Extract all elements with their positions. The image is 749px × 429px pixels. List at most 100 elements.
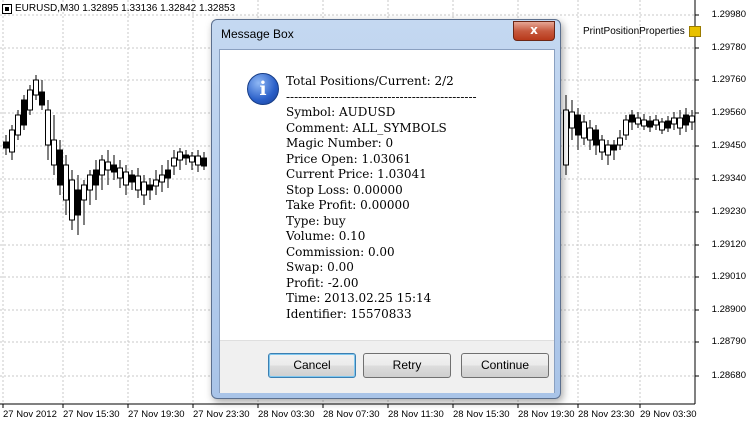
candle-body — [3, 141, 9, 149]
price-tick-label: 1.29120 — [711, 239, 746, 250]
info-icon: i — [247, 73, 279, 105]
chart-symbol-info: EURUSD,M30 1.32895 1.33136 1.32842 1.328… — [15, 3, 236, 14]
candle-body — [45, 109, 51, 146]
dialog-titlebar[interactable]: Message Box x — [212, 20, 560, 50]
time-tick-label: 28 Nov 19:30 — [518, 409, 575, 420]
candle-body — [611, 144, 617, 151]
candle-body — [159, 174, 165, 183]
candle-body — [563, 109, 569, 166]
price-tick-label: 1.29980 — [711, 9, 746, 20]
candle-body — [123, 171, 129, 186]
expert-advisor-label[interactable]: PrintPositionProperties — [583, 26, 701, 37]
time-tick-label: 28 Nov 23:30 — [578, 409, 635, 420]
message-line: Commission: 0.00 — [286, 244, 395, 259]
candle-body — [641, 119, 647, 127]
message-line: Magic Number: 0 — [286, 136, 394, 150]
message-line: Swap: 0.00 — [286, 260, 354, 274]
time-tick-label: 28 Nov 03:30 — [258, 409, 315, 420]
message-line: Total Positions/Current: 2/2 — [286, 74, 454, 88]
expert-advisor-name: PrintPositionProperties — [583, 26, 685, 37]
time-tick-label: 28 Nov 15:30 — [453, 409, 510, 420]
chart-header: EURUSD,M30 1.32895 1.33136 1.32842 1.328… — [2, 3, 235, 14]
candle-body — [177, 151, 183, 161]
candle-body — [99, 159, 105, 176]
candle-body — [689, 115, 695, 123]
candle-body — [189, 155, 195, 163]
expert-hat-icon — [688, 26, 701, 37]
candle-body — [93, 169, 99, 186]
price-tick-label: 1.29340 — [711, 173, 746, 184]
candle-body — [15, 114, 21, 136]
message-line: ----------------------------------------… — [286, 89, 477, 104]
candle-body — [117, 167, 123, 179]
candle-body — [581, 121, 587, 139]
candle-body — [27, 89, 33, 111]
time-tick-label: 27 Nov 2012 — [3, 409, 57, 420]
candle-body — [671, 117, 677, 125]
candle-body — [635, 117, 641, 125]
candle-body — [21, 99, 27, 126]
time-tick-label: 29 Nov 03:30 — [640, 409, 697, 420]
message-line: Symbol: AUDUSD — [286, 105, 396, 119]
message-line: Identifier: 15570833 — [286, 306, 412, 321]
candle-body — [63, 164, 69, 201]
candle-body — [665, 120, 671, 129]
price-tick-label: 1.29780 — [711, 42, 746, 53]
candle-body — [153, 179, 159, 187]
time-tick-label: 27 Nov 19:30 — [128, 409, 185, 420]
candle-body — [617, 137, 623, 146]
candle-body — [105, 161, 111, 171]
candle-body — [111, 164, 117, 173]
dialog-content: i Total Positions/Current: 2/2 ----------… — [220, 50, 554, 340]
candle-body — [87, 174, 93, 191]
price-tick-label: 1.28680 — [711, 370, 746, 381]
price-tick-label: 1.29010 — [711, 271, 746, 282]
message-box-dialog: Message Box x i Total Positions/Current:… — [211, 19, 561, 399]
candle-body — [195, 155, 201, 166]
candle-body — [605, 144, 611, 156]
price-tick-label: 1.28900 — [711, 304, 746, 315]
candle-body — [183, 154, 189, 159]
cancel-button[interactable]: Cancel — [268, 353, 356, 378]
message-line: Current Price: 1.03041 — [286, 167, 427, 181]
candle-body — [653, 119, 659, 126]
chart-window-icon — [2, 3, 12, 14]
message-line: Volume: 0.10 — [286, 229, 366, 243]
candle-body — [569, 111, 575, 129]
candle-body — [629, 114, 635, 123]
candle-body — [51, 139, 57, 166]
dialog-footer: Cancel Retry Continue — [220, 340, 554, 393]
candle-body — [647, 120, 653, 128]
candle-body — [69, 179, 75, 221]
dialog-client: i Total Positions/Current: 2/2 ----------… — [219, 49, 555, 393]
candle-body — [9, 129, 15, 153]
time-tick-label: 27 Nov 15:30 — [63, 409, 120, 420]
retry-button[interactable]: Retry — [363, 353, 451, 378]
price-tick-label: 1.28790 — [711, 336, 746, 347]
candle-body — [75, 189, 81, 216]
candle-body — [57, 149, 63, 186]
time-tick-label: 27 Nov 23:30 — [193, 409, 250, 420]
candle-body — [587, 127, 593, 141]
candle-body — [33, 79, 39, 96]
candle-body — [147, 184, 153, 191]
close-button[interactable]: x — [513, 21, 555, 41]
candle-body — [135, 175, 141, 191]
time-tick-label: 28 Nov 07:30 — [323, 409, 380, 420]
message-line: Price Open: 1.03061 — [286, 151, 412, 166]
candle-body — [659, 121, 665, 131]
message-line: Comment: ALL_SYMBOLS — [286, 120, 447, 135]
dialog-title: Message Box — [221, 27, 294, 41]
candle-body — [171, 157, 177, 167]
candle-body — [81, 184, 87, 201]
candle-body — [575, 114, 581, 136]
candle-body — [623, 119, 629, 136]
candle-body — [593, 129, 599, 146]
continue-button[interactable]: Continue — [461, 353, 549, 378]
message-line: Profit: -2.00 — [286, 275, 359, 290]
message-text: Total Positions/Current: 2/2 ------------… — [286, 74, 477, 322]
message-line: Time: 2013.02.25 15:14 — [286, 291, 432, 305]
candle-body — [683, 114, 689, 126]
candle-body — [141, 181, 147, 196]
message-line: Take Profit: 0.00000 — [286, 198, 410, 212]
